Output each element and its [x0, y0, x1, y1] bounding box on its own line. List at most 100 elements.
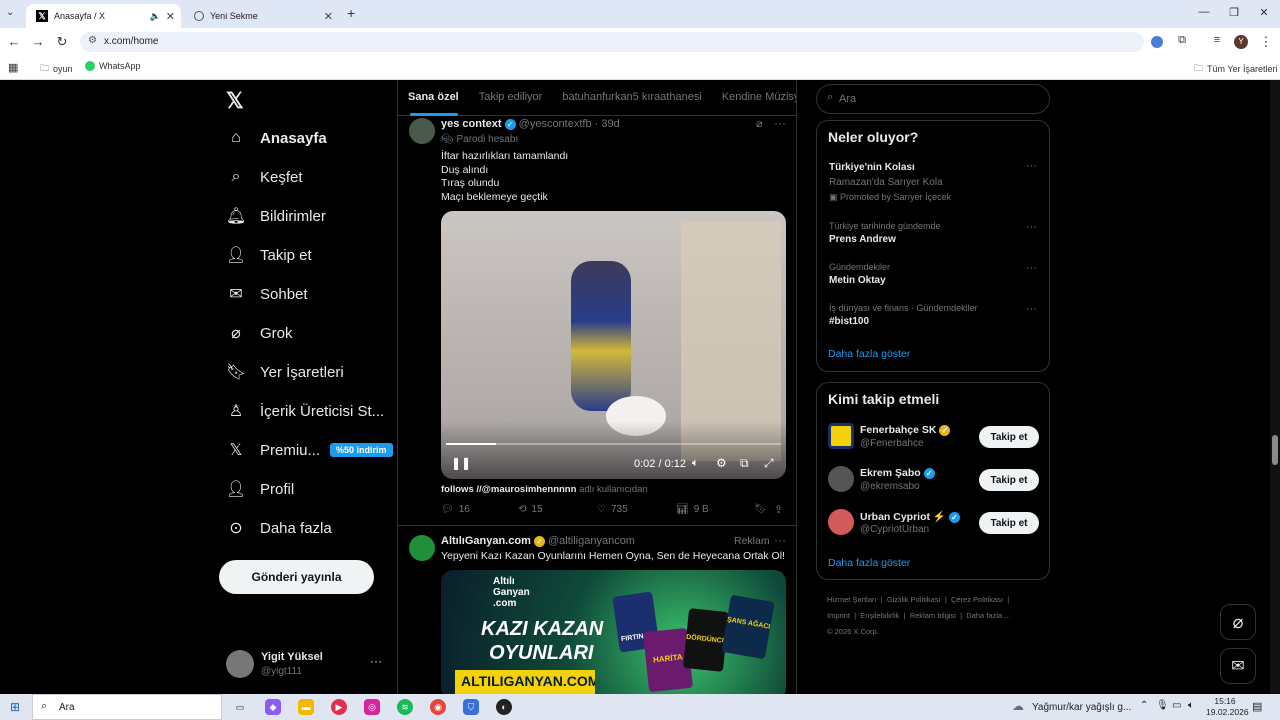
- credit-user[interactable]: follows //@maurosimhennnnn: [441, 484, 576, 495]
- views-button[interactable]: 📊︎ 9 B: [676, 504, 709, 515]
- taskbar-search[interactable]: ⌕ Ara: [32, 694, 222, 720]
- tab-for-you[interactable]: Sana özel: [398, 80, 469, 115]
- weather-text[interactable]: Yağmur/kar yağışlı g...: [1032, 702, 1131, 713]
- extensions-puzzle-icon[interactable]: ⧉: [1174, 34, 1190, 47]
- forward-icon[interactable]: →: [30, 34, 46, 49]
- windows-start-icon[interactable]: ⊞: [10, 700, 20, 714]
- trend-item[interactable]: Türkiye tarihinde gündemde Prens Andrew …: [817, 219, 1049, 249]
- more-dots-icon[interactable]: ···: [1026, 303, 1037, 315]
- grok-explain-icon[interactable]: ⌀: [756, 117, 763, 130]
- network-icon[interactable]: ▭: [1172, 700, 1181, 711]
- nav-home[interactable]: ⌂ Anasayfa: [226, 126, 327, 150]
- footer-link[interactable]: Daha fazla ...: [966, 611, 1010, 620]
- weather-icon[interactable]: ☁: [1012, 699, 1024, 713]
- trend-item[interactable]: Gündemdekiler Metin Oktay ···: [817, 260, 1049, 290]
- tab-following[interactable]: Takip ediliyor: [469, 80, 553, 115]
- search-box[interactable]: ⌕ Ara: [816, 84, 1050, 114]
- pause-icon[interactable]: ❚❚: [451, 456, 471, 470]
- author-name[interactable]: yes context: [441, 118, 502, 130]
- like-button[interactable]: ♡ 735: [597, 504, 628, 515]
- suggestion-item[interactable]: Fenerbahçe SK ✓ @Fenerbahce Takip et: [817, 421, 1049, 455]
- profile-avatar[interactable]: Y: [1234, 35, 1248, 49]
- suggestion-item[interactable]: Urban Cypriot ⚡ ✓ @CypriotUrban Takip et: [817, 507, 1049, 541]
- chrome-icon[interactable]: ◉: [430, 699, 446, 715]
- post-time[interactable]: 39d: [601, 118, 619, 130]
- speaker-icon[interactable]: 🔈: [150, 11, 161, 22]
- menu-kebab-icon[interactable]: ⋮: [1258, 34, 1274, 50]
- post-altiliganyan-ad[interactable]: AltılıGanyan.com ✓ @altiliganyancom Rekl…: [398, 527, 796, 694]
- post-button[interactable]: Gönderi yayınla: [219, 560, 374, 594]
- close-tab-icon[interactable]: ✕: [324, 10, 333, 23]
- fullscreen-icon[interactable]: ⤢: [764, 456, 774, 471]
- nav-bookmarks[interactable]: 🔖︎ Yer İşaretleri: [226, 360, 344, 384]
- media-player-icon[interactable]: ▶: [331, 699, 347, 715]
- instagram-icon[interactable]: ◎: [364, 699, 380, 715]
- more-dots-icon[interactable]: ···: [370, 654, 382, 668]
- footer-link[interactable]: Gizlilik Politikası: [887, 595, 941, 604]
- show-more-link[interactable]: Daha fazla göster: [828, 557, 910, 569]
- post-yescontext[interactable]: yes context ✓ @yescontextfb · 39d ⌀ ··· …: [398, 116, 796, 526]
- trend-item[interactable]: Türkiye'nin Kolası Ramazan'da Sarıyer Ko…: [817, 159, 1049, 207]
- spotify-icon[interactable]: ≋: [397, 699, 413, 715]
- tab-new-tab[interactable]: Yeni Sekme ✕: [184, 4, 339, 28]
- file-explorer-icon[interactable]: ▬: [298, 699, 314, 715]
- repost-button[interactable]: ⟲ 15: [518, 504, 543, 515]
- close-tab-icon[interactable]: ✕: [166, 10, 175, 23]
- back-icon[interactable]: ←: [6, 34, 22, 49]
- minimize-icon[interactable]: —: [1196, 6, 1212, 18]
- nav-explore[interactable]: ⌕ Keşfet: [226, 165, 303, 189]
- clock[interactable]: 15:16 19.02.2026: [1206, 696, 1249, 718]
- page-scrollbar[interactable]: [1270, 80, 1280, 694]
- follow-button[interactable]: Takip et: [979, 469, 1039, 491]
- post-avatar[interactable]: [409, 535, 435, 561]
- restore-icon[interactable]: ❐: [1226, 6, 1242, 19]
- copilot-icon[interactable]: ◆: [265, 699, 281, 715]
- bookmark-oyun[interactable]: 🗀 oyun: [40, 61, 73, 77]
- more-dots-icon[interactable]: ···: [774, 116, 786, 130]
- author-handle[interactable]: @altiliganyancom: [548, 535, 635, 547]
- tab-list-kiraathane[interactable]: batuhanfurkan5 kıraathanesi: [552, 80, 711, 115]
- task-view-icon[interactable]: ▭: [232, 699, 248, 715]
- footer-link[interactable]: Erişilebilirlik: [860, 611, 899, 620]
- address-bar[interactable]: ⚙ x.com/home: [80, 32, 1144, 52]
- nav-follow[interactable]: 👤︎ Takip et: [226, 243, 312, 267]
- mic-icon[interactable]: 🎙︎: [1156, 700, 1169, 711]
- extension-icon[interactable]: [1151, 36, 1163, 48]
- footer-link[interactable]: Reklam bilgisi: [910, 611, 956, 620]
- follow-button[interactable]: Takip et: [979, 512, 1039, 534]
- settings-gear-icon[interactable]: ⚙: [716, 456, 727, 470]
- trend-item[interactable]: İş dünyası ve finans · Gündemdekiler #bi…: [817, 301, 1049, 331]
- footer-link[interactable]: Imprint: [827, 611, 850, 620]
- nav-premium[interactable]: 𝕏 Premiu... %50 indirim: [226, 438, 393, 462]
- nav-profile[interactable]: 👤︎ Profil: [226, 477, 294, 501]
- app-icon[interactable]: ◐: [496, 699, 512, 715]
- grok-float-icon[interactable]: ⌀: [1220, 604, 1256, 640]
- x-logo-icon[interactable]: 𝕏: [226, 88, 244, 114]
- nav-chat[interactable]: ✉ Sohbet: [226, 282, 307, 306]
- author-handle[interactable]: @yescontextfb: [519, 118, 592, 130]
- close-window-icon[interactable]: ✕: [1256, 6, 1272, 19]
- ad-banner-image[interactable]: Altılı Ganyan .com KAZI KAZAN OYUNLARI A…: [441, 570, 786, 694]
- notifications-icon[interactable]: ▤: [1252, 700, 1262, 713]
- reload-icon[interactable]: ↻: [54, 34, 70, 50]
- all-bookmarks[interactable]: 🗀 Tüm Yer İşaretleri: [1194, 61, 1278, 77]
- author-name[interactable]: AltılıGanyan.com: [441, 535, 531, 547]
- messages-float-icon[interactable]: ✉: [1220, 648, 1256, 684]
- nav-grok[interactable]: ⌀ Grok: [226, 321, 292, 345]
- pip-icon[interactable]: ⧉: [740, 456, 749, 471]
- account-switcher[interactable]: Yigit Yüksel @yigt111 ···: [224, 646, 394, 682]
- more-dots-icon[interactable]: ···: [774, 533, 786, 547]
- video-progress-track[interactable]: [446, 443, 781, 445]
- new-tab-button[interactable]: +: [347, 5, 355, 21]
- site-info-icon[interactable]: ⚙: [88, 35, 97, 46]
- more-dots-icon[interactable]: ···: [1026, 160, 1037, 172]
- volume-icon[interactable]: 🔈︎: [1188, 700, 1194, 711]
- media-control-icon[interactable]: ≡: [1209, 34, 1225, 46]
- defender-icon[interactable]: ⛉: [463, 699, 479, 715]
- tab-search-icon[interactable]: ⌄: [6, 7, 14, 18]
- apps-grid-icon[interactable]: ▦: [8, 61, 18, 74]
- bookmark-post-icon[interactable]: 🔖︎: [754, 504, 767, 515]
- follow-button[interactable]: Takip et: [979, 426, 1039, 448]
- post-avatar[interactable]: [409, 118, 435, 144]
- volume-icon[interactable]: 🔈︎: [692, 457, 699, 470]
